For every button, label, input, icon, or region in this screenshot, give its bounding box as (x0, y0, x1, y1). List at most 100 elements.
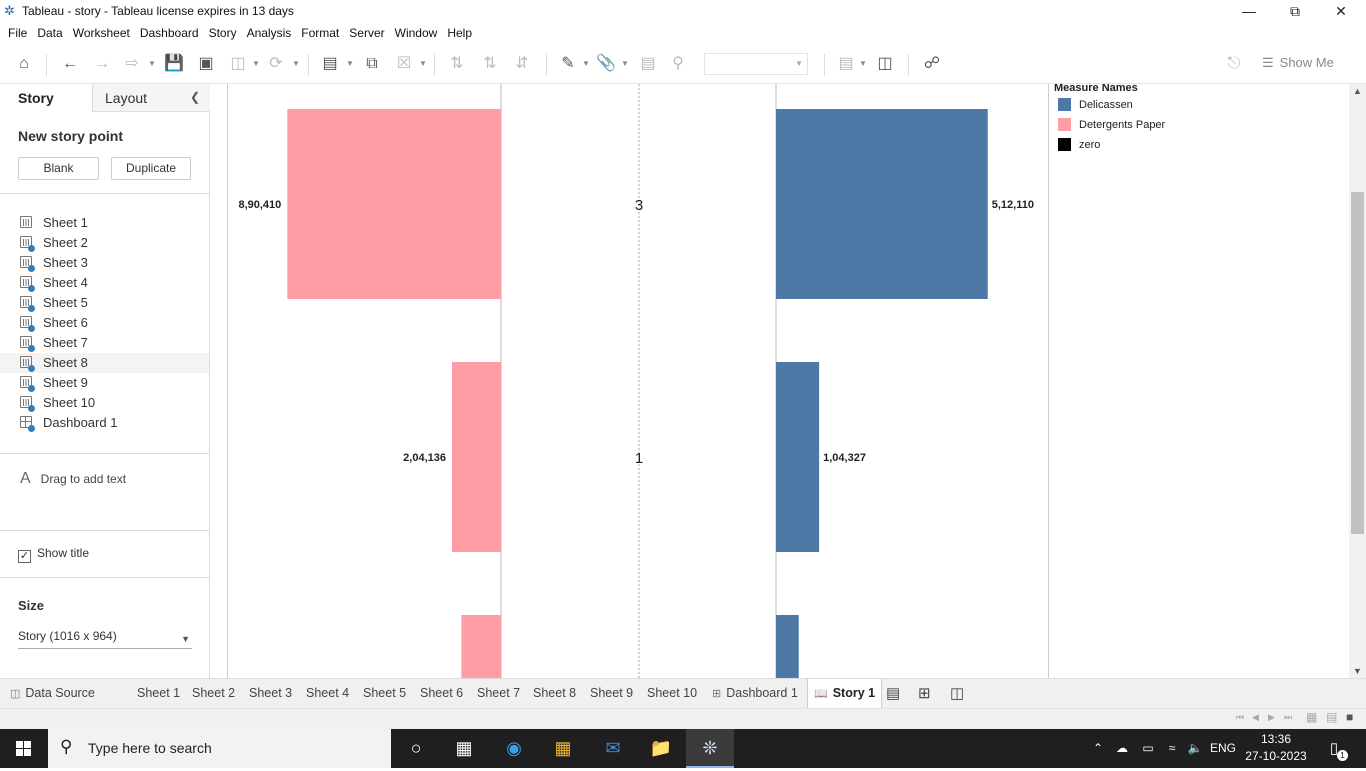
bar-delicassen[interactable] (776, 109, 988, 299)
presentation-mode-icon[interactable]: ◫ (873, 52, 897, 76)
bar-delicassen[interactable] (776, 615, 799, 678)
bar-detergents-paper[interactable] (287, 109, 501, 299)
tab-sheet-9[interactable]: Sheet 9 (584, 679, 639, 708)
new-worksheet-tab-icon[interactable]: ▤ (880, 679, 906, 708)
sheet-item-9[interactable]: Sheet 9 (0, 373, 209, 393)
close-icon[interactable]: ✕ (1318, 0, 1364, 22)
vertical-scrollbar[interactable]: ▲ ▼ (1349, 84, 1366, 678)
tableau-taskbar-icon[interactable]: ❊ (686, 729, 734, 768)
taskbar-clock[interactable]: 13:36 27-10-2023 (1237, 731, 1315, 765)
swap-rows-columns-icon[interactable]: ⇅ (445, 52, 469, 76)
chart-area[interactable]: 8,90,410 5,12,110 3 2,04,136 1,04,327 1 (227, 84, 1049, 678)
replay-dropdown-icon[interactable]: ▼ (148, 52, 156, 76)
menu-data[interactable]: Data (29, 22, 62, 44)
undo-icon[interactable]: ← (58, 52, 82, 76)
previous-sheet-icon[interactable]: ◀ (1252, 712, 1259, 723)
menu-file[interactable]: File (0, 22, 27, 44)
pause-updates-icon[interactable]: ◫ (226, 52, 250, 76)
edge-icon[interactable]: ◉ (490, 729, 538, 768)
sort-descending-icon[interactable]: ⇵ (510, 52, 534, 76)
drag-to-add-text[interactable]: A Drag to add text (20, 470, 126, 488)
sheet-item-7[interactable]: Sheet 7 (0, 333, 209, 353)
sheet-item-1[interactable]: Sheet 1 (0, 213, 209, 233)
menu-worksheet[interactable]: Worksheet (65, 22, 130, 44)
menu-help[interactable]: Help (439, 22, 472, 44)
new-worksheet-dropdown-icon[interactable]: ▼ (346, 52, 354, 76)
sheet-item-3[interactable]: Sheet 3 (0, 253, 209, 273)
refresh-dropdown-icon[interactable]: ▼ (292, 52, 300, 76)
language-indicator[interactable]: ENG (1208, 729, 1238, 768)
tab-sheet-3[interactable]: Sheet 3 (243, 679, 298, 708)
legend-item-delicassen[interactable]: Delicassen (1058, 98, 1133, 114)
wifi-icon[interactable]: ≈ (1162, 729, 1182, 768)
windows-start-button[interactable] (0, 729, 48, 768)
duplicate-button[interactable]: Duplicate (111, 157, 191, 180)
scroll-up-icon[interactable]: ▲ (1353, 86, 1362, 96)
tab-dashboard-1[interactable]: ⊞ Dashboard 1 (706, 679, 804, 708)
highlight-dropdown-icon[interactable]: ▼ (582, 52, 590, 76)
tab-sheet-2[interactable]: Sheet 2 (186, 679, 241, 708)
sort-ascending-icon[interactable]: ⇅ (478, 52, 502, 76)
new-data-source-icon[interactable]: ▣ (194, 52, 218, 76)
bar-detergents-paper[interactable] (452, 362, 501, 552)
tab-story-1[interactable]: 📖 Story 1 (807, 679, 883, 708)
collapse-panel-icon[interactable]: ❮ (190, 90, 200, 104)
battery-icon[interactable]: ▭ (1138, 729, 1158, 768)
legend-item-zero[interactable]: zero (1058, 138, 1100, 154)
show-title-checkbox[interactable]: ✓ Show title (18, 546, 89, 563)
home-icon[interactable]: ⌂ (12, 52, 36, 76)
show-tabs-icon[interactable]: ▤ (1326, 710, 1337, 724)
new-worksheet-icon[interactable]: ▤ (318, 52, 342, 76)
task-view-icon[interactable]: ▦ (440, 729, 488, 768)
first-sheet-icon[interactable]: ⏮ (1236, 712, 1244, 723)
legend-item-detergents-paper[interactable]: Detergents Paper (1058, 118, 1165, 134)
store-icon[interactable]: ▦ (539, 729, 587, 768)
tab-sheet-7[interactable]: Sheet 7 (471, 679, 526, 708)
file-explorer-icon[interactable]: 📁 (637, 729, 685, 768)
cortana-icon[interactable]: ○ (392, 729, 440, 768)
show-mark-labels-icon[interactable]: ▤ (636, 52, 660, 76)
restore-icon[interactable]: ⧉ (1272, 0, 1318, 22)
replay-icon[interactable]: ⇨ (120, 52, 144, 76)
clear-dropdown-icon[interactable]: ▼ (419, 52, 427, 76)
redo-icon[interactable]: → (90, 52, 114, 76)
menu-dashboard[interactable]: Dashboard (132, 22, 199, 44)
format-painter-icon[interactable]: ⎋ (1222, 52, 1246, 76)
sheet-item-5[interactable]: Sheet 5 (0, 293, 209, 313)
sheet-item-2[interactable]: Sheet 2 (0, 233, 209, 253)
menu-format[interactable]: Format (293, 22, 339, 44)
tab-story[interactable]: Story (0, 84, 92, 112)
bar-delicassen[interactable] (776, 362, 820, 552)
save-icon[interactable]: 💾 (162, 52, 186, 76)
show-me-button[interactable]: ☰ Show Me (1262, 52, 1334, 74)
menu-window[interactable]: Window (387, 22, 438, 44)
fix-axes-icon[interactable]: ⚲ (666, 52, 690, 76)
fit-dropdown-icon[interactable]: ▼ (859, 52, 867, 76)
size-select[interactable]: Story (1016 x 964) ▼ (18, 627, 192, 649)
sheet-item-6[interactable]: Sheet 6 (0, 313, 209, 333)
tab-sheet-4[interactable]: Sheet 4 (300, 679, 355, 708)
pause-dropdown-icon[interactable]: ▼ (252, 52, 260, 76)
sheet-item-dashboard-1[interactable]: Dashboard 1 (0, 413, 209, 433)
minimize-icon[interactable]: — (1226, 0, 1272, 22)
menu-server[interactable]: Server (341, 22, 384, 44)
taskbar-search-box[interactable]: ⚲ Type here to search (48, 729, 391, 768)
tab-sheet-10[interactable]: Sheet 10 (641, 679, 703, 708)
sheet-item-10[interactable]: Sheet 10 (0, 393, 209, 413)
menu-analysis[interactable]: Analysis (239, 22, 292, 44)
show-sheet-sorter-icon[interactable]: ■ (1346, 710, 1353, 724)
fit-select[interactable]: ▼ (704, 53, 808, 75)
clear-sheet-icon[interactable]: ☒ (392, 52, 416, 76)
scrollbar-thumb[interactable] (1351, 192, 1364, 534)
blank-button[interactable]: Blank (18, 157, 99, 180)
share-icon[interactable]: ☍ (920, 52, 944, 76)
sheet-item-4[interactable]: Sheet 4 (0, 273, 209, 293)
new-dashboard-tab-icon[interactable]: ⊞ (912, 679, 937, 708)
bar-detergents-paper[interactable] (461, 615, 501, 678)
last-sheet-icon[interactable]: ⏭ (1284, 712, 1292, 723)
notifications-icon[interactable]: ▯ (1322, 729, 1346, 768)
show-filmstrip-icon[interactable]: ▦ (1306, 710, 1317, 724)
mail-icon[interactable]: ✉ (589, 729, 637, 768)
next-sheet-icon[interactable]: ▶ (1268, 712, 1275, 723)
fit-icon[interactable]: ▤ (834, 52, 858, 76)
